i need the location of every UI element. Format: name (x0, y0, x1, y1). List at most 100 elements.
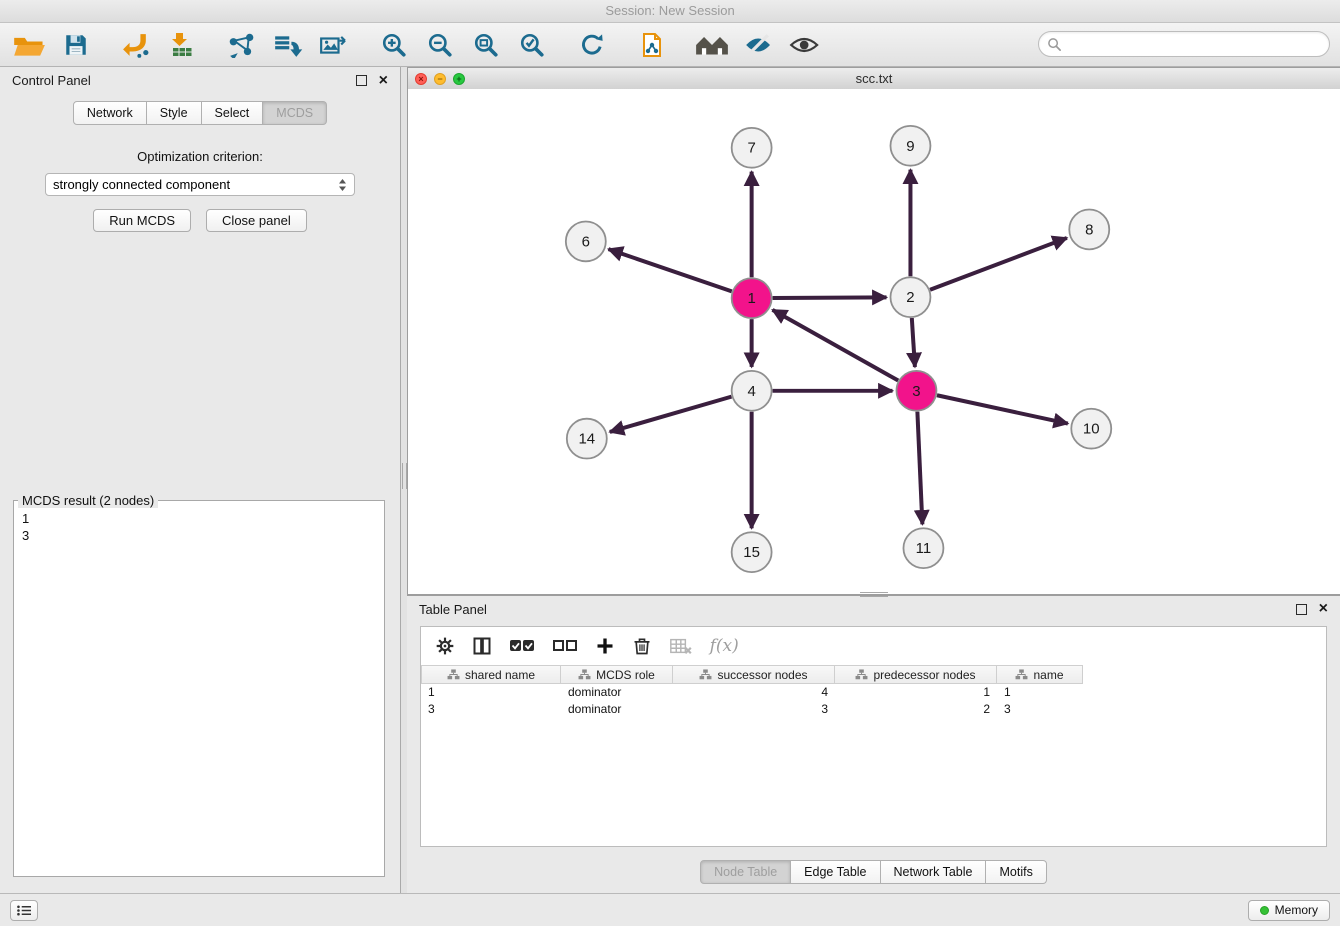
edge-3-10[interactable] (937, 395, 1068, 423)
memory-label: Memory (1275, 903, 1318, 917)
node-label: 11 (916, 540, 932, 557)
edge-1-2[interactable] (773, 297, 887, 298)
column-header-predecessor-nodes[interactable]: predecessor nodes (835, 665, 997, 684)
memory-button[interactable]: Memory (1248, 900, 1330, 921)
node-table-container: f(x) shared nameMCDS rolesuccessor nodes… (420, 626, 1327, 847)
table-cell: 2 (835, 701, 997, 718)
close-table-panel-icon[interactable]: × (1319, 601, 1328, 617)
close-panel-button[interactable]: Close panel (206, 209, 307, 232)
minimize-window-icon[interactable]: − (434, 73, 446, 85)
node-1[interactable]: 1 (732, 278, 772, 318)
delete-column-icon[interactable] (632, 636, 652, 656)
add-column-icon[interactable] (595, 636, 615, 656)
search-input[interactable] (1066, 36, 1329, 53)
table-cell: 1 (421, 684, 561, 701)
table-header-row: shared nameMCDS rolesuccessor nodesprede… (421, 665, 1326, 684)
column-header-mcds-role[interactable]: MCDS role (561, 665, 673, 684)
zoom-in-icon[interactable] (376, 29, 412, 61)
network-window: × − + scc.txt 7 9 6 8 1 2 4 3 14 10 15 11 (407, 67, 1340, 595)
edge-2-8[interactable] (930, 238, 1067, 290)
tab-mcds[interactable]: MCDS (263, 101, 327, 125)
save-session-icon[interactable] (58, 29, 94, 61)
refresh-network-icon[interactable] (574, 29, 610, 61)
table-row[interactable]: 1dominator411 (421, 684, 1326, 701)
columns-icon[interactable] (472, 636, 492, 656)
select-all-columns-icon[interactable] (509, 636, 535, 656)
tab-style[interactable]: Style (147, 101, 202, 125)
network-share-icon[interactable] (224, 29, 260, 61)
float-panel-icon[interactable] (356, 75, 367, 86)
node-10[interactable]: 10 (1071, 409, 1111, 449)
attribute-tree-icon (855, 669, 868, 680)
attribute-tree-icon (578, 669, 591, 680)
table-splitter[interactable] (860, 592, 888, 597)
zoom-out-icon[interactable] (422, 29, 458, 61)
node-15[interactable]: 15 (732, 532, 772, 572)
home-icon[interactable] (694, 29, 730, 61)
node-7[interactable]: 7 (732, 128, 772, 168)
node-14[interactable]: 14 (567, 419, 607, 459)
mcds-result-item[interactable]: 1 (22, 510, 376, 527)
tab-network-table[interactable]: Network Table (881, 860, 987, 884)
tab-node-table[interactable]: Node Table (700, 860, 791, 884)
zoom-window-icon[interactable]: + (453, 73, 465, 85)
column-header-shared-name[interactable]: shared name (421, 665, 561, 684)
close-window-icon[interactable]: × (415, 73, 427, 85)
zoom-fit-icon[interactable] (468, 29, 504, 61)
open-folder-icon[interactable] (12, 29, 48, 61)
table-cell: 3 (997, 701, 1083, 718)
tab-edge-table[interactable]: Edge Table (791, 860, 880, 884)
tab-network[interactable]: Network (73, 101, 147, 125)
node-label: 10 (1083, 421, 1100, 438)
network-window-titlebar[interactable]: × − + scc.txt (408, 68, 1340, 90)
style-preview-icon[interactable] (740, 29, 776, 61)
edge-3-1[interactable] (773, 310, 899, 381)
node-4[interactable]: 4 (732, 371, 772, 411)
table-panel: Table Panel × f(x) shared nameMCDS roles… (407, 595, 1340, 893)
table-panel-title: Table Panel (419, 602, 487, 617)
optimization-select[interactable]: strongly connected component (45, 173, 355, 196)
node-2[interactable]: 2 (890, 277, 930, 317)
node-8[interactable]: 8 (1069, 210, 1109, 250)
network-canvas[interactable]: 7 9 6 8 1 2 4 3 14 10 15 11 (408, 89, 1340, 594)
import-network-icon[interactable] (118, 29, 154, 61)
main-toolbar (0, 23, 1340, 67)
run-mcds-button[interactable]: Run MCDS (93, 209, 191, 232)
edge-3-11[interactable] (917, 412, 922, 525)
table-row[interactable]: 3dominator323 (421, 701, 1326, 718)
edge-4-14[interactable] (610, 397, 732, 432)
window-titlebar[interactable]: Session: New Session (0, 0, 1340, 23)
zoom-selected-icon[interactable] (514, 29, 550, 61)
node-6[interactable]: 6 (566, 221, 606, 261)
node-3[interactable]: 3 (896, 371, 936, 411)
mcds-result-title: MCDS result (2 nodes) (18, 493, 158, 508)
gear-icon[interactable] (435, 636, 455, 656)
edge-2-3[interactable] (912, 318, 915, 367)
float-table-panel-icon[interactable] (1296, 604, 1307, 615)
node-label: 7 (747, 140, 755, 157)
close-panel-icon[interactable]: × (379, 73, 388, 89)
delete-table-icon[interactable] (669, 636, 693, 656)
search-box[interactable] (1038, 31, 1330, 57)
edge-1-6[interactable] (608, 249, 731, 291)
node-9[interactable]: 9 (890, 126, 930, 166)
control-panel-header: Control Panel × (0, 67, 400, 94)
mcds-result-item[interactable]: 3 (22, 527, 376, 544)
column-header-successor-nodes[interactable]: successor nodes (673, 665, 835, 684)
clipboard-network-icon[interactable] (634, 29, 670, 61)
node-label: 2 (906, 289, 914, 306)
eye-icon[interactable] (786, 29, 822, 61)
export-image-icon[interactable] (316, 29, 352, 61)
panel-selector-button[interactable] (10, 900, 38, 921)
search-icon (1047, 37, 1062, 52)
import-table-icon[interactable] (164, 29, 200, 61)
node-11[interactable]: 11 (903, 528, 943, 568)
fx-icon[interactable]: f(x) (710, 636, 739, 656)
control-panel: Control Panel × NetworkStyleSelectMCDS O… (0, 67, 401, 893)
node-label: 9 (906, 138, 914, 155)
unselect-all-columns-icon[interactable] (552, 636, 578, 656)
column-header-name[interactable]: name (997, 665, 1083, 684)
tab-select[interactable]: Select (202, 101, 264, 125)
tab-motifs[interactable]: Motifs (986, 860, 1046, 884)
export-table-icon[interactable] (270, 29, 306, 61)
